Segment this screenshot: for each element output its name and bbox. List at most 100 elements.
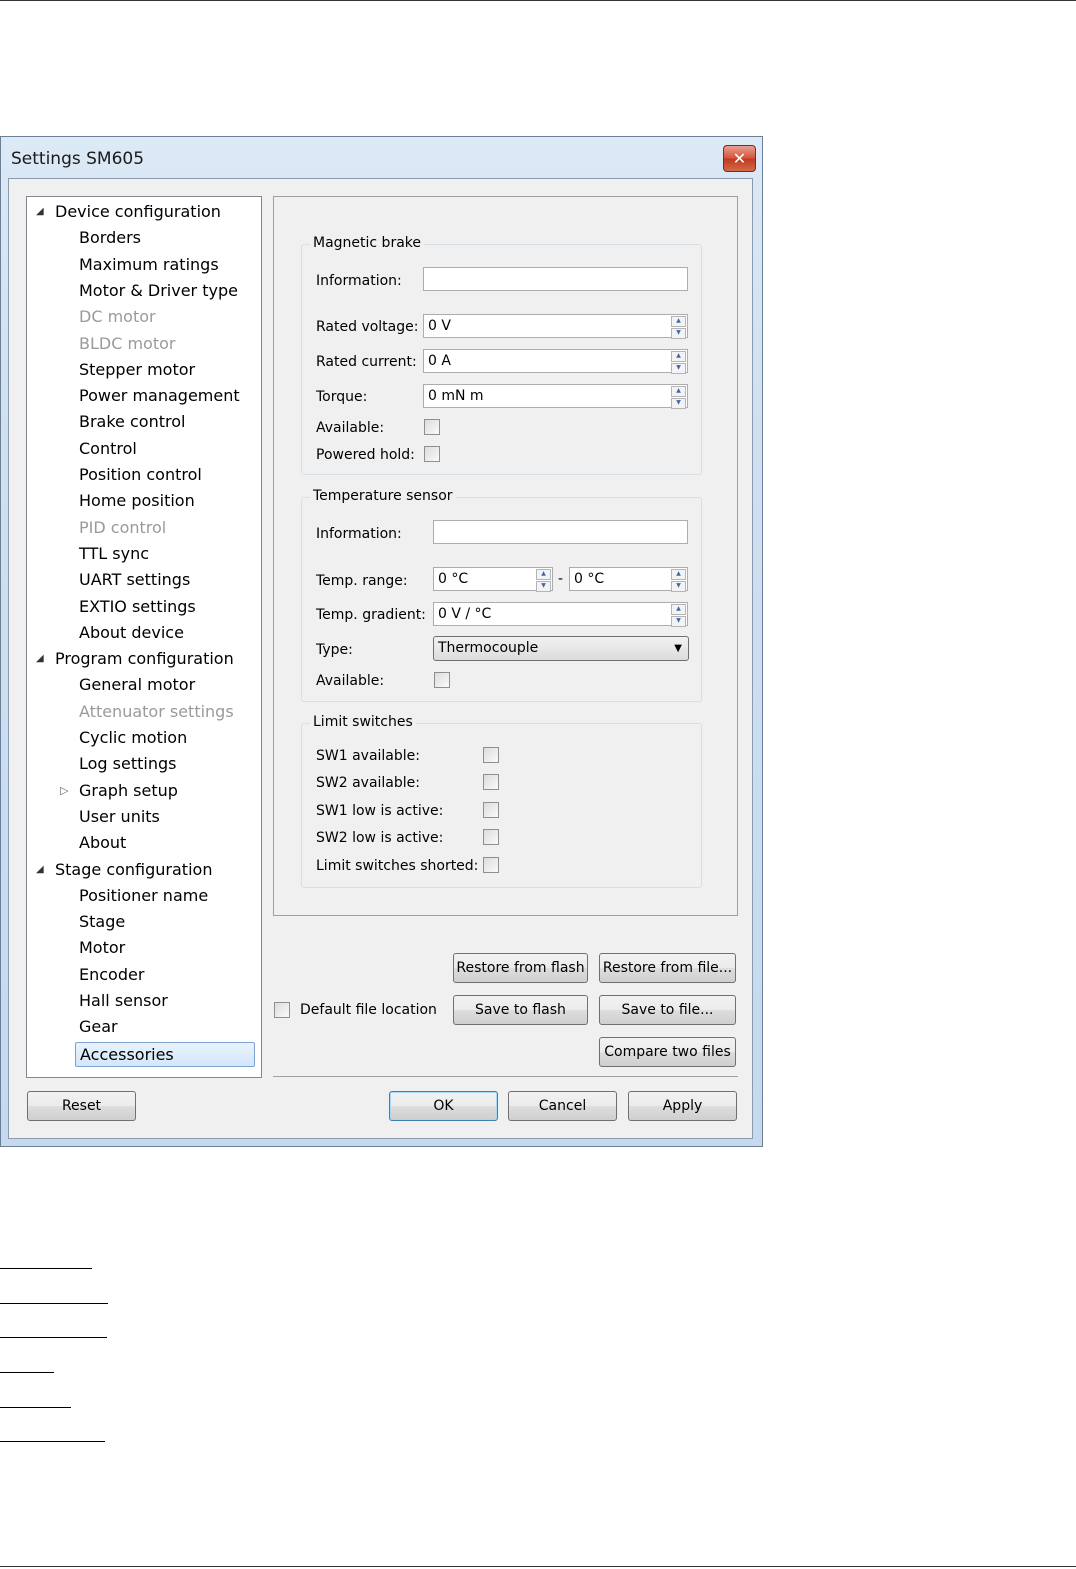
temp-range-to-field[interactable]: 0 °C ▲ ▼ [569, 567, 688, 592]
spin-up-icon[interactable]: ▲ [671, 351, 686, 362]
temp-range-from-spinner[interactable]: ▲ ▼ [536, 569, 551, 592]
tree-item-attenuator-settings[interactable]: Attenuator settings [79, 700, 234, 724]
torque-spinner[interactable]: ▲ ▼ [671, 386, 686, 409]
limit-switches-group: Limit switches SW1 available: SW2 availa… [301, 714, 702, 888]
underline [0, 1268, 92, 1269]
tree-item-borders[interactable]: Borders [79, 226, 141, 250]
tree-item-positioner-name[interactable]: Positioner name [79, 884, 208, 908]
spin-up-icon[interactable]: ▲ [671, 569, 686, 580]
ts-available-checkbox[interactable] [434, 672, 450, 688]
temp-gradient-spinner[interactable]: ▲ ▼ [671, 604, 686, 627]
sw2-low-active-label: SW2 low is active: [316, 830, 444, 846]
temperature-sensor-title: Temperature sensor [310, 488, 456, 504]
page-bottom-rule [0, 1566, 1076, 1567]
temperature-sensor-group: Temperature sensor Information: Temp. ra… [301, 488, 702, 702]
spin-down-icon[interactable]: ▼ [671, 363, 686, 374]
type-label: Type: [316, 642, 353, 658]
reset-button[interactable]: Reset [27, 1091, 136, 1121]
tree-item-control[interactable]: Control [79, 437, 137, 461]
spin-up-icon[interactable]: ▲ [536, 569, 551, 580]
tree-item-program-configuration[interactable]: Program configuration [55, 647, 234, 671]
tree-item-uart-settings[interactable]: UART settings [79, 568, 190, 592]
expand-arrow-icon[interactable] [36, 200, 44, 224]
sw1-available-checkbox[interactable] [483, 747, 499, 763]
tree-item-motor[interactable]: Motor [79, 936, 125, 960]
compare-two-files-button[interactable]: Compare two files [599, 1037, 736, 1067]
sw2-low-active-checkbox[interactable] [483, 829, 499, 845]
temp-gradient-label: Temp. gradient: [316, 607, 426, 623]
tree-item-pid-control[interactable]: PID control [79, 516, 166, 540]
tree-item-power-management[interactable]: Power management [79, 384, 240, 408]
tree-item-graph-setup[interactable]: Graph setup [79, 779, 178, 803]
rated-voltage-value: 0 V [428, 318, 451, 334]
tree-item-gear[interactable]: Gear [79, 1015, 118, 1039]
save-to-file-button[interactable]: Save to file... [599, 995, 736, 1025]
tree-item-device-configuration[interactable]: Device configuration [55, 200, 221, 224]
apply-button[interactable]: Apply [628, 1091, 737, 1121]
spin-down-icon[interactable]: ▼ [671, 581, 686, 592]
spin-up-icon[interactable]: ▲ [671, 386, 686, 397]
underline [0, 1337, 107, 1338]
switches-shorted-checkbox[interactable] [483, 857, 499, 873]
restore-from-file-button[interactable]: Restore from file... [599, 953, 736, 983]
tree-item-extio-settings[interactable]: EXTIO settings [79, 595, 196, 619]
rated-current-spinner[interactable]: ▲ ▼ [671, 351, 686, 374]
spin-down-icon[interactable]: ▼ [536, 581, 551, 592]
rated-voltage-field[interactable]: 0 V ▲ ▼ [423, 314, 688, 339]
rated-voltage-spinner[interactable]: ▲ ▼ [671, 316, 686, 339]
tree-item-general-motor[interactable]: General motor [79, 673, 195, 697]
tree-item-accessories[interactable]: Accessories [75, 1041, 255, 1067]
restore-from-flash-button[interactable]: Restore from flash [453, 953, 588, 983]
temp-range-to-spinner[interactable]: ▲ ▼ [671, 569, 686, 592]
sw2-available-checkbox[interactable] [483, 774, 499, 790]
spin-up-icon[interactable]: ▲ [671, 604, 686, 615]
tree-item-about[interactable]: About [79, 831, 126, 855]
collapse-arrow-icon[interactable] [60, 779, 68, 804]
mb-available-checkbox[interactable] [424, 419, 440, 435]
ok-button[interactable]: OK [389, 1091, 498, 1121]
sw1-low-active-checkbox[interactable] [483, 802, 499, 818]
close-button[interactable]: ✕ [723, 145, 756, 172]
tree-item-hall-sensor[interactable]: Hall sensor [79, 989, 168, 1013]
tree-item-encoder[interactable]: Encoder [79, 963, 144, 987]
tree-item-maximum-ratings[interactable]: Maximum ratings [79, 253, 219, 277]
spin-down-icon[interactable]: ▼ [671, 616, 686, 627]
expand-arrow-icon[interactable] [36, 647, 44, 671]
magnetic-brake-title: Magnetic brake [310, 235, 425, 251]
torque-value: 0 mN m [428, 388, 484, 404]
cancel-button[interactable]: Cancel [508, 1091, 617, 1121]
save-to-flash-button[interactable]: Save to flash [453, 995, 588, 1025]
default-file-location-checkbox[interactable] [274, 1002, 290, 1018]
tree-item-position-control[interactable]: Position control [79, 463, 202, 487]
powered-hold-checkbox[interactable] [424, 446, 440, 462]
settings-tree[interactable]: Device configurationBorders Maximum ratin… [26, 196, 262, 1078]
spin-down-icon[interactable]: ▼ [671, 398, 686, 409]
tree-item-cyclic-motion[interactable]: Cyclic motion [79, 726, 187, 750]
tree-item-dc-motor[interactable]: DC motor [79, 305, 156, 329]
ts-information-field[interactable] [433, 520, 688, 544]
spin-down-icon[interactable]: ▼ [671, 328, 686, 339]
tree-item-motor-driver-type[interactable]: Motor & Driver type [79, 279, 238, 303]
mb-information-field[interactable] [423, 267, 688, 291]
sw2-available-label: SW2 available: [316, 775, 420, 791]
expand-arrow-icon[interactable] [36, 858, 44, 882]
close-icon: ✕ [732, 149, 747, 168]
temp-range-from-field[interactable]: 0 °C ▲ ▼ [433, 567, 553, 592]
tree-item-ttl-sync[interactable]: TTL sync [79, 542, 149, 566]
underline [0, 1441, 105, 1442]
tree-item-stage-configuration[interactable]: Stage configuration [55, 858, 212, 882]
tree-item-brake-control[interactable]: Brake control [79, 410, 185, 434]
rated-current-value: 0 A [428, 353, 451, 369]
temp-gradient-field[interactable]: 0 V / °C ▲ ▼ [433, 602, 688, 627]
torque-field[interactable]: 0 mN m ▲ ▼ [423, 384, 688, 409]
rated-current-field[interactable]: 0 A ▲ ▼ [423, 349, 688, 374]
type-select[interactable]: Thermocouple ▼ [433, 636, 689, 661]
tree-item-bldc-motor[interactable]: BLDC motor [79, 332, 175, 356]
tree-item-about-device[interactable]: About device [79, 621, 184, 645]
tree-item-stepper-motor[interactable]: Stepper motor [79, 358, 195, 382]
tree-item-user-units[interactable]: User units [79, 805, 160, 829]
tree-item-stage[interactable]: Stage [79, 910, 125, 934]
tree-item-log-settings[interactable]: Log settings [79, 752, 176, 776]
tree-item-home-position[interactable]: Home position [79, 489, 195, 513]
spin-up-icon[interactable]: ▲ [671, 316, 686, 327]
